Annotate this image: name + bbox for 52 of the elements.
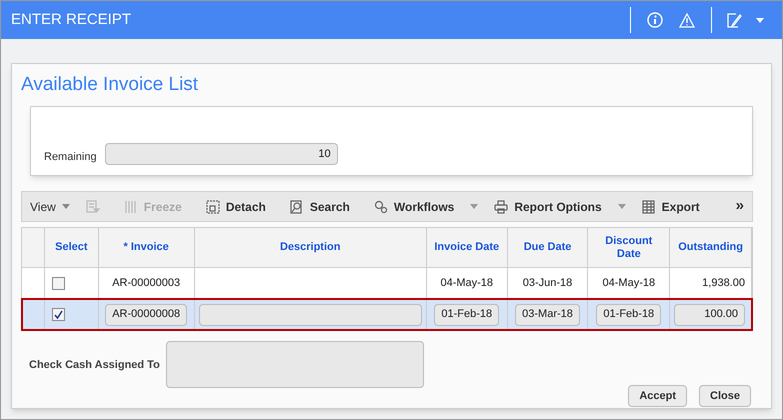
table-row[interactable]: AR-00000008 01-Feb-18 03-Mar-18 01-Feb-18 100.00 — [22, 299, 752, 330]
column-header[interactable]: Description — [194, 228, 427, 267]
column-header[interactable]: * Invoice — [98, 228, 195, 267]
caret-icon[interactable] — [756, 18, 764, 22]
description-field[interactable] — [198, 304, 422, 326]
table-cell-text: 04-May-18 — [440, 276, 494, 291]
detach-button[interactable]: Detach — [198, 194, 274, 220]
table-cell-text: 1,938.00 — [702, 276, 745, 291]
table-field[interactable]: 01-Feb-18 — [434, 304, 500, 326]
table-field[interactable]: 03-Mar-18 — [515, 304, 580, 326]
table-cell-text: 03-Jun-18 — [522, 276, 572, 291]
export-button[interactable]: Export — [634, 194, 708, 220]
caret-icon[interactable] — [470, 204, 478, 209]
table-row[interactable]: AR-00000003 04-May-18 03-Jun-18 04-May-18 1,938.00 — [22, 268, 752, 299]
caret-icon[interactable] — [62, 204, 70, 209]
table-field[interactable]: AR-00000008 — [105, 304, 188, 326]
warning-icon[interactable] — [679, 12, 695, 28]
caret-icon[interactable] — [618, 204, 626, 209]
column-header[interactable]: Discount Date — [588, 228, 670, 267]
gears-icon — [374, 200, 388, 214]
checkbox[interactable] — [52, 308, 65, 321]
check-cash-field[interactable] — [166, 341, 424, 388]
view-menu-button[interactable]: View — [22, 192, 78, 221]
column-header[interactable]: Outstanding — [670, 228, 752, 267]
workflows-button[interactable]: Workflows — [366, 194, 462, 220]
edit-icon[interactable] — [726, 12, 742, 28]
checkbox[interactable] — [52, 276, 65, 290]
printer-icon — [494, 200, 508, 214]
search-button[interactable]: Search — [282, 194, 358, 220]
spreadsheet-icon — [642, 200, 656, 214]
detach-icon — [206, 200, 220, 214]
column-header[interactable]: Invoice Date — [426, 228, 508, 267]
dialog-title: Available Invoice List — [21, 73, 200, 97]
table-cell-text: AR-00000003 — [112, 276, 180, 291]
dialog-button[interactable]: Accept — [628, 385, 688, 407]
window-title: ENTER RECEIPT — [11, 10, 132, 30]
table-cell-text: 04-May-18 — [602, 276, 656, 291]
column-header[interactable]: Due Date — [508, 228, 588, 267]
dialog-button[interactable]: Close — [699, 385, 751, 407]
report-button[interactable]: Report Options — [486, 194, 610, 220]
remaining-label: Remaining — [44, 150, 97, 164]
search-icon — [290, 200, 304, 214]
remaining-field[interactable]: 10 — [104, 143, 338, 165]
info-icon[interactable] — [647, 12, 663, 28]
check-icon — [54, 310, 63, 319]
more-button[interactable]: » — [728, 195, 752, 218]
check-cash-label: Check Cash Assigned To — [29, 358, 160, 373]
table-field[interactable]: 01-Feb-18 — [596, 304, 662, 326]
table-field[interactable]: 100.00 — [674, 304, 745, 326]
columns-icon — [124, 200, 138, 214]
filter-icon — [86, 200, 100, 214]
column-header[interactable]: Select — [44, 228, 99, 267]
